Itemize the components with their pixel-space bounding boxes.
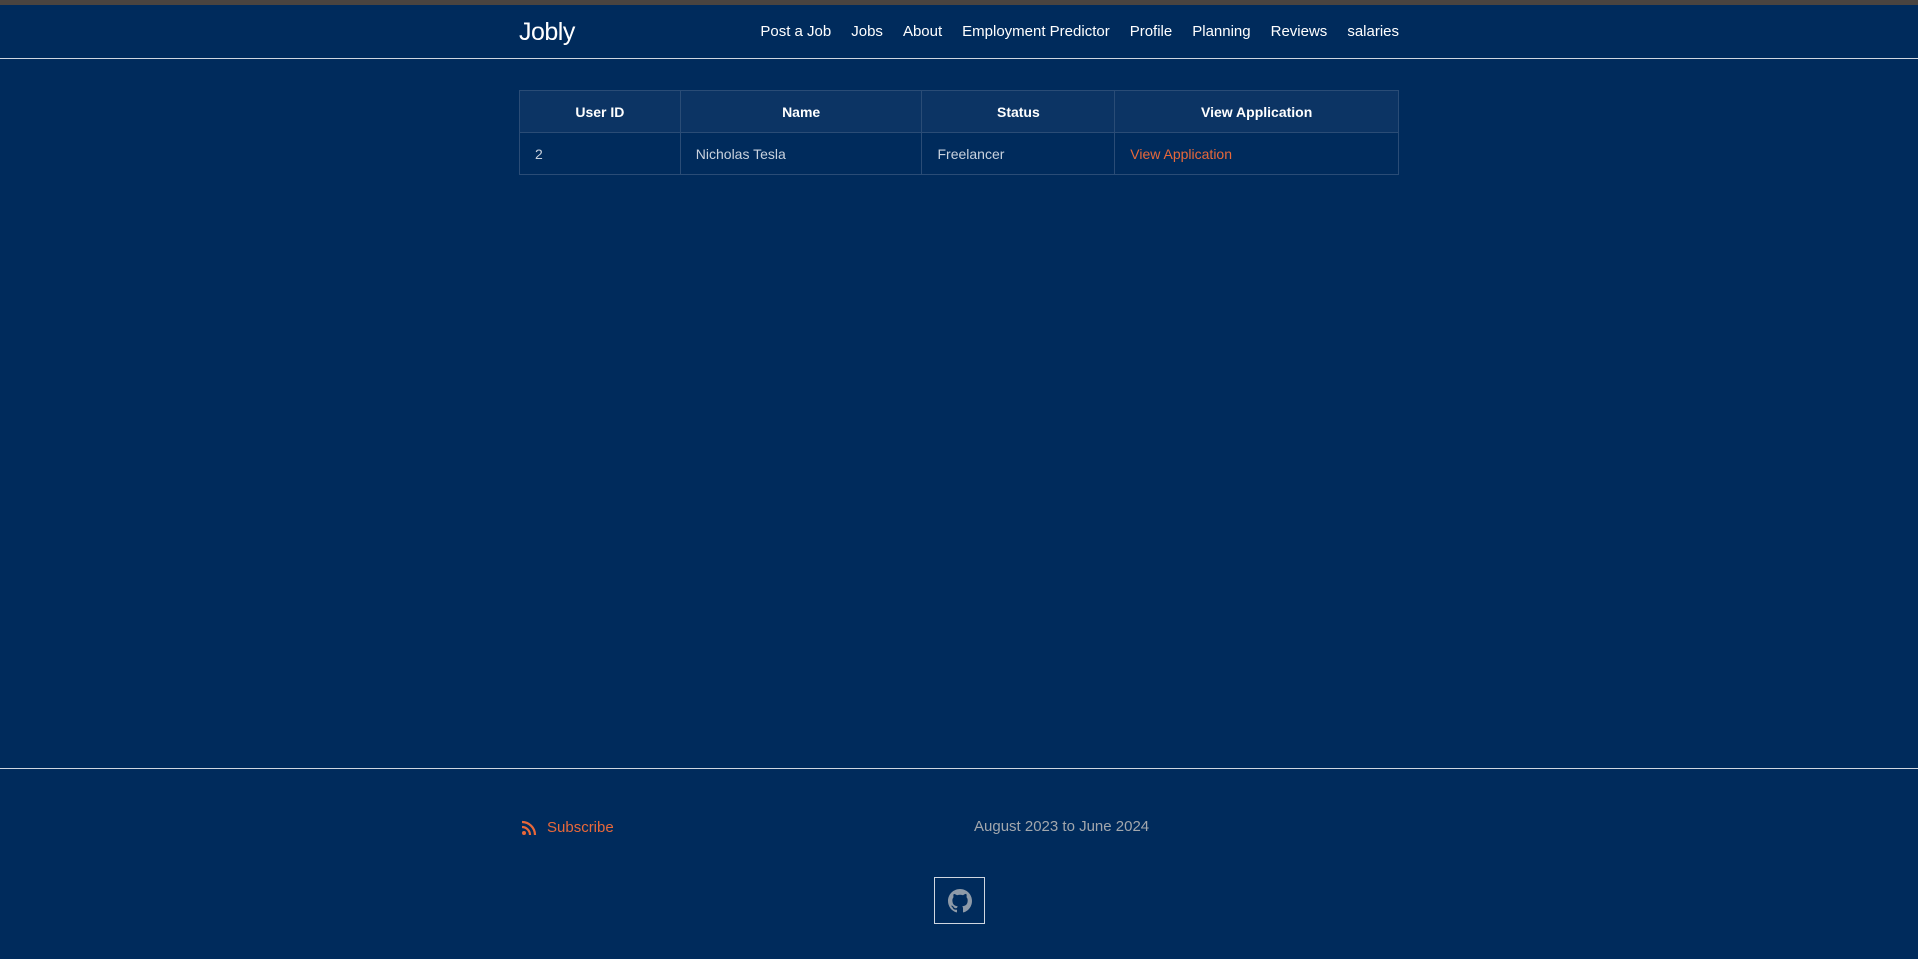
subscribe-link[interactable]: Subscribe [521, 819, 614, 836]
view-application-link[interactable]: View Application [1130, 146, 1232, 162]
table-row: 2 Nicholas Tesla Freelancer View Applica… [519, 132, 1399, 175]
nav-employment-predictor[interactable]: Employment Predictor [962, 23, 1110, 40]
subscribe-label: Subscribe [547, 819, 614, 836]
cell-user-id: 2 [519, 132, 681, 175]
site-header: Jobly Post a Job Jobs About Employment P… [0, 5, 1918, 59]
github-button[interactable] [934, 877, 985, 924]
github-icon [947, 888, 972, 912]
nav-jobs[interactable]: Jobs [851, 23, 883, 40]
column-header-status: Status [921, 90, 1116, 133]
rss-icon [521, 820, 537, 835]
applicants-table: User ID Name Status View Application 2 N… [519, 90, 1399, 175]
nav-post-a-job[interactable]: Post a Job [760, 23, 831, 40]
column-header-name: Name [679, 90, 923, 133]
column-header-user-id: User ID [519, 90, 681, 133]
footer-divider [0, 768, 1918, 769]
nav-reviews[interactable]: Reviews [1271, 23, 1328, 40]
column-header-view-application: View Application [1114, 90, 1399, 133]
nav-about[interactable]: About [903, 23, 942, 40]
nav-salaries[interactable]: salaries [1347, 23, 1399, 40]
brand-logo[interactable]: Jobly [519, 18, 575, 47]
date-range-text: August 2023 to June 2024 [974, 818, 1150, 835]
cell-view-application: View Application [1114, 132, 1399, 175]
cell-status: Freelancer [921, 132, 1116, 175]
nav-profile[interactable]: Profile [1130, 23, 1173, 40]
nav-planning[interactable]: Planning [1192, 23, 1250, 40]
main-nav: Post a Job Jobs About Employment Predict… [740, 23, 1399, 40]
table-header-row: User ID Name Status View Application [519, 90, 1399, 133]
cell-name: Nicholas Tesla [679, 132, 923, 175]
